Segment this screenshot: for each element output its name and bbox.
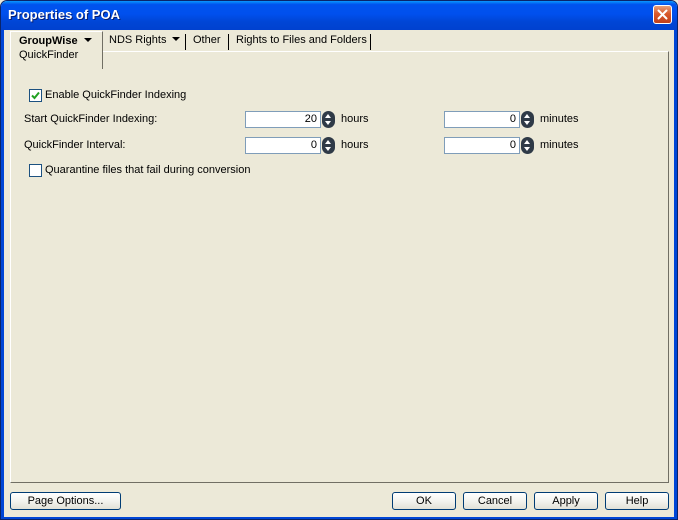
tab-groupwise[interactable]: GroupWise QuickFinder	[10, 31, 103, 69]
window-frame-right	[674, 30, 677, 519]
window-frame-left	[1, 30, 4, 519]
interval-minutes-input[interactable]: 0	[444, 137, 520, 154]
start-hours-stepper[interactable]	[322, 111, 335, 128]
tab-groupwise-sublabel[interactable]: QuickFinder	[19, 49, 102, 61]
page-options-button[interactable]: Page Options...	[10, 492, 121, 510]
tab-rights-files-label: Rights to Files and Folders	[236, 34, 367, 46]
arrow-up-icon[interactable]	[325, 140, 331, 144]
title-bar[interactable]: Properties of POA	[1, 1, 677, 30]
quarantine-label: Quarantine files that fail during conver…	[45, 164, 251, 176]
close-button[interactable]	[653, 5, 672, 24]
tab-nds-rights-label: NDS Rights	[109, 34, 167, 46]
start-minutes-unit: minutes	[540, 113, 579, 125]
quarantine-checkbox[interactable]	[29, 164, 42, 177]
start-minutes-stepper[interactable]	[521, 111, 534, 128]
properties-dialog: Properties of POA GroupWise QuickFinder …	[0, 0, 678, 520]
chevron-down-icon[interactable]	[83, 38, 92, 43]
tab-separator	[370, 34, 371, 50]
arrow-down-icon[interactable]	[524, 121, 530, 125]
start-minutes-input[interactable]: 0	[444, 111, 520, 128]
arrow-down-icon[interactable]	[325, 121, 331, 125]
window-title: Properties of POA	[8, 7, 120, 22]
ok-button[interactable]: OK	[392, 492, 456, 510]
interval-label: QuickFinder Interval:	[24, 139, 126, 151]
tab-separator	[228, 34, 229, 50]
cancel-button[interactable]: Cancel	[463, 492, 527, 510]
help-button[interactable]: Help	[605, 492, 669, 510]
interval-minutes-unit: minutes	[540, 139, 579, 151]
arrow-up-icon[interactable]	[524, 140, 530, 144]
enable-indexing-label: Enable QuickFinder Indexing	[45, 89, 187, 101]
arrow-up-icon[interactable]	[325, 114, 331, 118]
interval-hours-unit: hours	[341, 139, 369, 151]
interval-hours-stepper[interactable]	[322, 137, 335, 154]
start-indexing-label: Start QuickFinder Indexing:	[24, 113, 158, 125]
start-hours-unit: hours	[341, 113, 369, 125]
interval-minutes-stepper[interactable]	[521, 137, 534, 154]
enable-indexing-checkbox[interactable]	[29, 89, 42, 102]
tab-other[interactable]: Other	[188, 31, 221, 51]
apply-button[interactable]: Apply	[534, 492, 598, 510]
tab-other-label: Other	[193, 34, 221, 46]
interval-hours-input[interactable]: 0	[245, 137, 321, 154]
tab-groupwise-label: GroupWise	[19, 35, 78, 47]
chevron-down-icon[interactable]	[172, 37, 181, 42]
tab-separator	[185, 34, 186, 50]
arrow-down-icon[interactable]	[325, 147, 331, 151]
tab-rights-to-files-and-folders[interactable]: Rights to Files and Folders	[231, 31, 367, 51]
arrow-down-icon[interactable]	[524, 147, 530, 151]
tab-nds-rights[interactable]: NDS Rights	[104, 31, 181, 51]
checkmark-icon	[31, 91, 40, 100]
close-icon	[657, 9, 668, 20]
start-hours-input[interactable]: 20	[245, 111, 321, 128]
arrow-up-icon[interactable]	[524, 114, 530, 118]
